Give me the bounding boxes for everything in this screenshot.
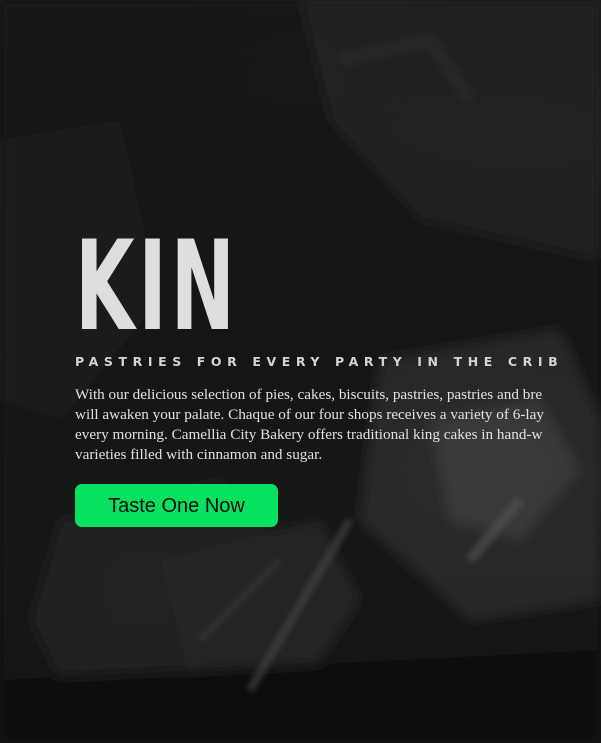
hero-content: KIN PASTRIES FOR EVERY PARTY IN THE CRIB… [75, 215, 601, 527]
hero-title: KIN [75, 215, 239, 359]
description-line: every morning. Camellia City Bakery offe… [75, 426, 543, 443]
hero-description: With our delicious selection of pies, ca… [75, 385, 601, 465]
description-line: With our delicious selection of pies, ca… [75, 386, 543, 403]
description-line: will awaken your palate. Chaque of our f… [75, 406, 544, 423]
hero-section: KIN PASTRIES FOR EVERY PARTY IN THE CRIB… [0, 0, 601, 743]
description-line: varieties filled with cinnamon and sugar… [75, 446, 323, 463]
taste-one-now-button[interactable]: Taste One Now [75, 484, 278, 527]
